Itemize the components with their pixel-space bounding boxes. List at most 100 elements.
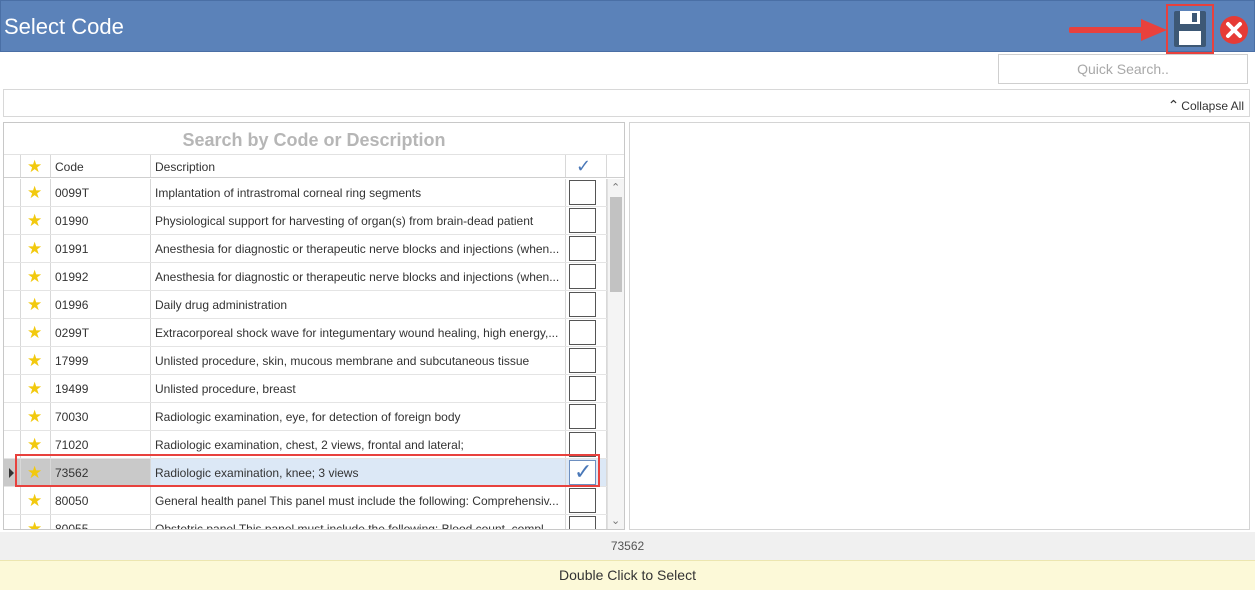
star-icon[interactable]: ★ [27,492,42,509]
select-checkbox[interactable] [569,292,596,317]
code-cell: 19499 [51,375,151,402]
table-row[interactable]: ★ 01996 Daily drug administration [4,291,607,319]
row-indicator-cell [4,179,21,206]
table-row[interactable]: ★ 80055 Obstetric panel This panel must in… [4,515,607,529]
table-row[interactable]: ★ 19499 Unlisted procedure, breast [4,375,607,403]
table-row[interactable]: ★ 70030 Radiologic examination, eye, for d… [4,403,607,431]
description-cell: Unlisted procedure, skin, mucous membran… [151,347,566,374]
save-button[interactable] [1166,4,1214,54]
star-icon[interactable]: ★ [27,324,42,341]
favorite-cell[interactable]: ★ [21,487,51,514]
description-value: Physiological support for harvesting of … [155,214,534,228]
quick-search-input[interactable]: Quick Search.. [998,54,1248,84]
description-cell: General health panel This panel must inc… [151,487,566,514]
description-cell: Daily drug administration [151,291,566,318]
table-row[interactable]: ★ 01992 Anesthesia for diagnostic or thera… [4,263,607,291]
header-select-column[interactable]: ✓ [566,155,607,177]
selected-code-status: 73562 [0,532,1255,560]
favorite-cell[interactable]: ★ [21,319,51,346]
scroll-down-icon[interactable]: ⌄ [611,514,620,527]
select-checkbox[interactable] [569,264,596,289]
code-cell: 17999 [51,347,151,374]
favorite-cell[interactable]: ★ [21,403,51,430]
select-checkbox[interactable] [569,208,596,233]
favorite-cell[interactable]: ★ [21,207,51,234]
description-cell: Obstetric panel This panel must include … [151,515,566,529]
description-cell: Extracorporeal shock wave for integument… [151,319,566,346]
description-cell: Anesthesia for diagnostic or therapeutic… [151,235,566,262]
description-value: Unlisted procedure, skin, mucous membran… [155,354,530,368]
scroll-up-icon[interactable]: ⌃ [611,181,620,194]
double-click-hint: Double Click to Select [0,560,1255,590]
select-cell [566,235,607,262]
select-checkbox[interactable] [569,348,596,373]
favorite-cell[interactable]: ★ [21,347,51,374]
select-checkbox[interactable] [569,236,596,261]
code-cell: 01992 [51,263,151,290]
favorite-cell[interactable]: ★ [21,235,51,262]
star-icon[interactable]: ★ [27,184,42,201]
code-cell: 80050 [51,487,151,514]
favorite-cell[interactable]: ★ [21,291,51,318]
table-row[interactable]: ★ 01991 Anesthesia for diagnostic or thera… [4,235,607,263]
favorite-cell[interactable]: ★ [21,263,51,290]
star-icon[interactable]: ★ [27,268,42,285]
vertical-scrollbar[interactable]: ⌃ ⌄ [607,179,624,529]
code-cell: 01996 [51,291,151,318]
star-icon[interactable]: ★ [27,408,42,425]
description-value: Radiologic examination, chest, 2 views, … [155,438,464,452]
favorite-cell[interactable]: ★ [21,515,51,529]
table-row[interactable]: ★ 80050 General health panel This panel mu… [4,487,607,515]
annotation-arrow [1069,19,1167,41]
select-checkbox[interactable] [569,180,596,205]
collapse-all-label: Collapse All [1181,99,1244,113]
checkmark-icon: ✓ [576,156,592,176]
table-row[interactable]: ★ 17999 Unlisted procedure, skin, mucous m… [4,347,607,375]
selected-codes-panel [629,122,1250,530]
select-checkbox[interactable] [569,404,596,429]
code-cell: 80055 [51,515,151,529]
star-icon[interactable]: ★ [27,296,42,313]
code-value: 80050 [55,494,89,508]
chevron-up-icon: ⌃ [1167,97,1180,113]
code-cell: 01991 [51,235,151,262]
select-cell [566,263,607,290]
header-favorite-column[interactable]: ★ [21,155,51,177]
code-cell: 01990 [51,207,151,234]
select-cell [566,319,607,346]
star-icon[interactable]: ★ [27,436,42,453]
description-cell: Implantation of intrastromal corneal rin… [151,179,566,206]
table-row[interactable]: ★ 01990 Physiological support for harvesti… [4,207,607,235]
select-checkbox[interactable] [569,516,596,529]
code-value: 0099T [55,186,90,200]
favorite-cell[interactable]: ★ [21,375,51,402]
star-icon[interactable]: ★ [27,380,42,397]
favorite-cell[interactable]: ★ [21,179,51,206]
scrollbar-thumb[interactable] [610,197,622,292]
code-header-label: Code [55,160,84,174]
select-checkbox[interactable] [569,376,596,401]
code-value: 70030 [55,410,89,424]
header-scroll-spacer [607,155,624,177]
table-row[interactable]: ★ 0299T Extracorporeal shock wave for inte… [4,319,607,347]
code-value: 71020 [55,438,89,452]
select-cell [566,403,607,430]
select-checkbox[interactable] [569,488,596,513]
description-cell: Anesthesia for diagnostic or therapeutic… [151,263,566,290]
star-icon[interactable]: ★ [27,240,42,257]
star-icon[interactable]: ★ [27,212,42,229]
select-cell [566,487,607,514]
code-cell: 70030 [51,403,151,430]
collapse-all-button[interactable]: ⌃ Collapse All [1168,97,1244,114]
description-value: Radiologic examination, eye, for detecti… [155,410,461,424]
star-icon[interactable]: ★ [27,520,42,529]
header-description-column[interactable]: Description [151,155,566,177]
close-button[interactable] [1219,15,1249,45]
star-icon[interactable]: ★ [27,352,42,369]
table-row[interactable]: ★ 0099T Implantation of intrastromal corne… [4,179,607,207]
grid-header: ★ Code Description ✓ [4,155,624,178]
row-indicator-cell [4,291,21,318]
header-code-column[interactable]: Code [51,155,151,177]
description-value: Anesthesia for diagnostic or therapeutic… [155,242,560,256]
select-checkbox[interactable] [569,320,596,345]
